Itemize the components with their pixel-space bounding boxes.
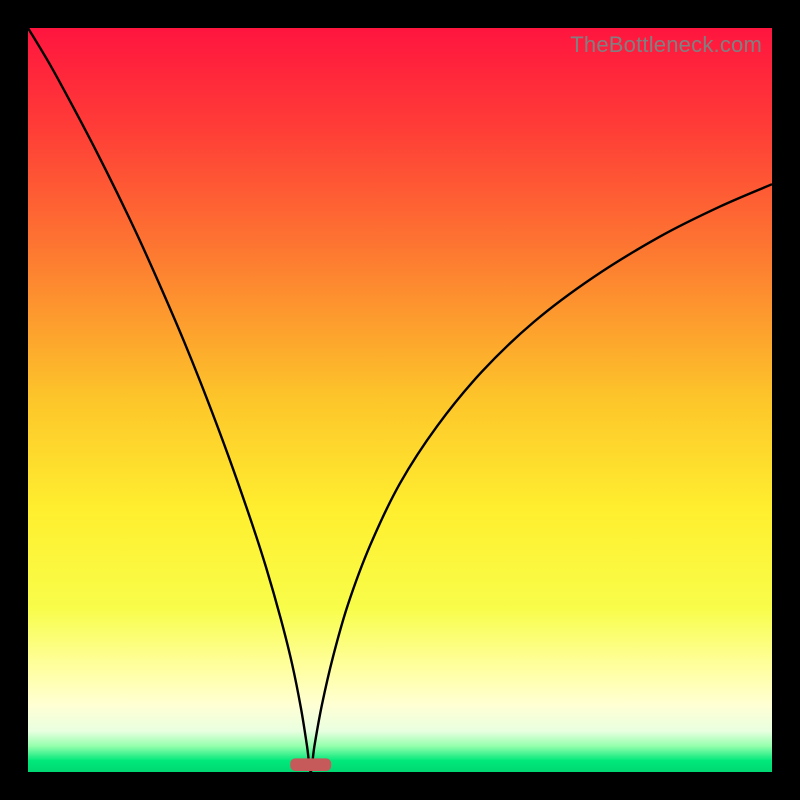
watermark-text: TheBottleneck.com bbox=[570, 32, 762, 58]
optimal-marker bbox=[290, 758, 331, 771]
chart-frame: TheBottleneck.com bbox=[28, 28, 772, 772]
bottleneck-chart bbox=[28, 28, 772, 772]
gradient-background bbox=[28, 28, 772, 772]
